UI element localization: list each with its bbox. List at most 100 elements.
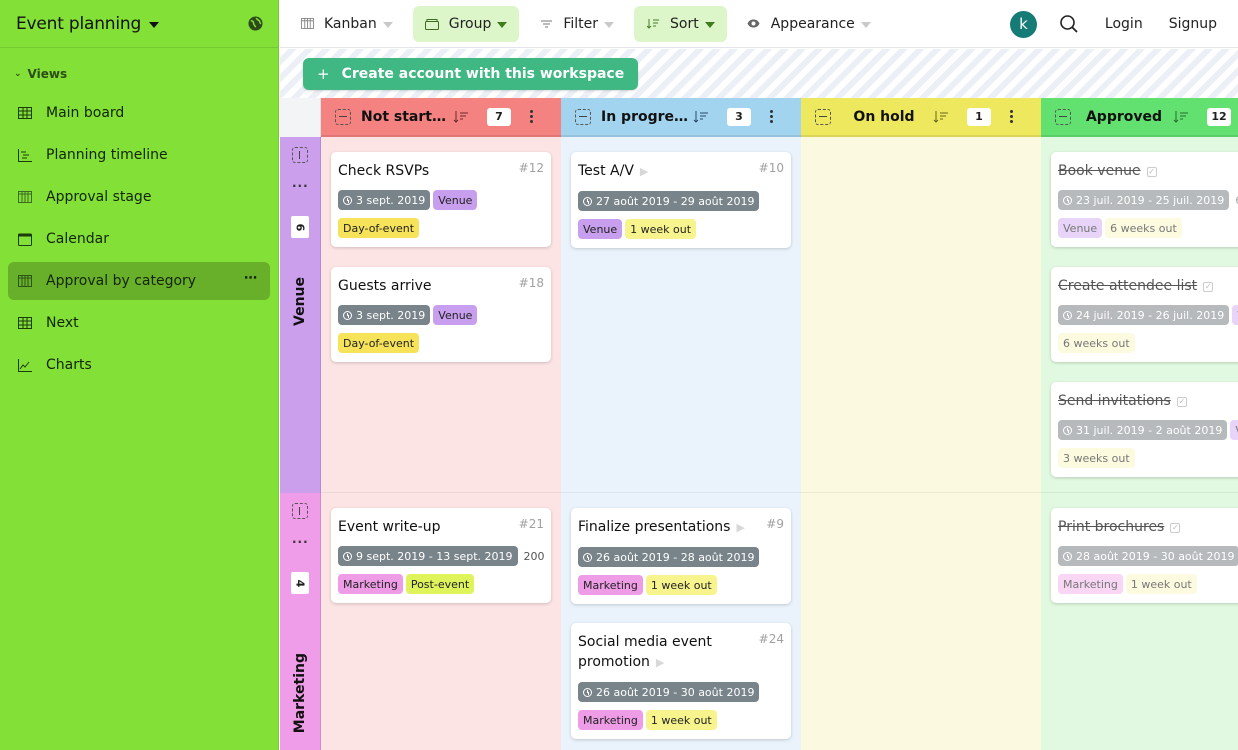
card-title: Social media event promotion <box>578 634 712 670</box>
sidebar-item-next[interactable]: Next <box>8 304 270 342</box>
collapse-column-icon[interactable] <box>815 108 831 125</box>
create-account-label: Create account with this workspace <box>341 66 625 82</box>
date-text: 3 sept. 2019 <box>356 193 426 207</box>
card-print-brochures[interactable]: Print brochures ✓ 28 août 2019 - 30 août … <box>1051 508 1238 603</box>
card-book-venue[interactable]: Book venue ✓ 23 juil. 2019 - 25 juil. 201… <box>1051 152 1238 247</box>
clock-icon <box>343 310 352 320</box>
create-account-button[interactable]: + Create account with this workspace <box>303 58 639 90</box>
card-number: #10 <box>758 161 784 175</box>
sort-icon[interactable] <box>933 109 949 125</box>
sidebar-item-label: Main board <box>46 105 125 121</box>
card-finalize-presentations[interactable]: Finalize presentations ▶ #9 26 août 2019 … <box>571 508 791 604</box>
column-header-not-started[interactable]: Not start… 7 <box>321 98 561 137</box>
sidebar-item-approval-by-category[interactable]: Approval by category ⋯ <box>8 262 270 300</box>
category-tag: Marketing <box>578 710 643 730</box>
sidebar-item-approval-stage[interactable]: Approval stage <box>8 178 270 216</box>
more-options-icon[interactable]: ⋯ <box>244 271 258 286</box>
chevron-down-icon: ⌄ <box>14 69 22 79</box>
view-type-button[interactable]: Kanban <box>288 6 405 42</box>
play-icon[interactable]: ▶ <box>736 521 744 534</box>
sort-button[interactable]: Sort <box>634 5 727 42</box>
collapse-row-icon[interactable] <box>292 147 308 163</box>
appearance-button[interactable]: Appearance <box>735 6 883 42</box>
date-text: 23 juil. 2019 - 25 juil. 2019 <box>1076 193 1225 207</box>
sort-icon[interactable] <box>693 109 709 125</box>
grid-icon <box>18 316 32 330</box>
filter-button[interactable]: Filter <box>527 6 626 42</box>
avatar[interactable]: k <box>1009 10 1037 38</box>
row-count-value: 6 <box>293 223 307 231</box>
timing-tag: Day-of-event <box>338 333 420 353</box>
card-title: Print brochures <box>1058 519 1165 535</box>
column-header-on-hold[interactable]: On hold 1 <box>801 98 1041 137</box>
sort-icon[interactable] <box>453 109 469 125</box>
date-badge: 3 sept. 2019 <box>338 190 431 210</box>
category-tag: Venue <box>578 219 623 239</box>
chart-icon <box>18 358 32 372</box>
sort-icon[interactable] <box>1173 109 1189 125</box>
sidebar-item-main-board[interactable]: Main board <box>8 94 270 132</box>
workspace-banner: + Create account with this workspace <box>280 49 1238 98</box>
row-label: Marketing <box>292 653 308 734</box>
timing-tag: 6 weeks out <box>1105 218 1182 238</box>
sidebar-item-charts[interactable]: Charts <box>8 346 270 384</box>
column-body-on-hold <box>801 137 1041 750</box>
collapse-column-icon[interactable] <box>575 108 591 125</box>
date-badge: 24 juil. 2019 - 26 juil. 2019 <box>1058 305 1230 325</box>
card-check-rsvps[interactable]: Check RSVPs #12 3 sept. 2019 Venue Day-o… <box>331 152 551 247</box>
card-guests-arrive[interactable]: Guests arrive #18 3 sept. 2019 Venue Day… <box>331 267 551 362</box>
column-header-approved[interactable]: Approved 12 <box>1041 98 1238 137</box>
category-tag: Marketing <box>1058 574 1123 594</box>
kanban-icon <box>300 17 314 31</box>
workspace-header[interactable]: Event planning <box>0 0 278 48</box>
category-tag: Marketing <box>578 575 643 595</box>
play-icon[interactable]: ▶ <box>656 656 664 669</box>
group-button[interactable]: Group <box>412 5 520 42</box>
views-section-header[interactable]: ⌄ Views <box>0 58 278 90</box>
card-number: #9 <box>766 517 784 531</box>
column-title: In progre… <box>601 108 687 125</box>
row-menu-icon[interactable]: ··· <box>292 535 309 549</box>
date-text: 24 juil. 2019 - 26 juil. 2019 <box>1076 308 1225 322</box>
sidebar-item-calendar[interactable]: Calendar <box>8 220 270 258</box>
collapse-column-icon[interactable] <box>1055 108 1071 125</box>
signup-link[interactable]: Signup <box>1169 16 1217 32</box>
sidebar-item-label: Next <box>46 315 79 331</box>
clock-icon <box>583 552 592 562</box>
column-menu-icon[interactable] <box>1009 110 1013 123</box>
card-send-invitations[interactable]: Send invitations ✓ 31 juil. 2019 - 2 août… <box>1051 382 1238 477</box>
sidebar-item-planning-timeline[interactable]: Planning timeline <box>8 136 270 174</box>
clock-icon <box>343 195 352 205</box>
caret-down-icon[interactable] <box>149 22 160 28</box>
date-badge: 3 sept. 2019 <box>338 305 431 325</box>
workspace-title[interactable]: Event planning <box>16 14 141 34</box>
login-link[interactable]: Login <box>1105 16 1143 32</box>
date-badge: 26 août 2019 - 28 août 2019 <box>578 547 760 567</box>
sidebar: Event planning ⌄ Views Main board Planni… <box>0 0 279 750</box>
column-header-in-progress[interactable]: In progre… 3 <box>561 98 801 137</box>
row-menu-icon[interactable]: ··· <box>292 179 309 193</box>
column-menu-icon[interactable] <box>769 110 773 123</box>
eye-icon <box>747 17 761 31</box>
category-tag: Venue <box>1230 420 1238 440</box>
timing-tag: Post-event <box>405 574 475 594</box>
timing-tag: 6 weeks out <box>1058 333 1135 353</box>
play-icon[interactable]: ▶ <box>640 165 648 178</box>
date-text: 28 août 2019 - 30 août 2019 <box>1076 549 1235 563</box>
plus-icon: + <box>317 65 330 83</box>
globe-icon[interactable] <box>248 16 263 31</box>
collapse-row-icon[interactable] <box>292 503 308 519</box>
card-event-write-up[interactable]: Event write-up #21 9 sept. 2019 - 13 sep… <box>331 508 551 603</box>
kanban-board: Not start… 7 In progre… 3 On hold 1 Appr… <box>280 98 1238 750</box>
search-icon[interactable] <box>1059 14 1079 34</box>
date-text: 3 sept. 2019 <box>356 308 426 322</box>
column-menu-icon[interactable] <box>529 110 533 123</box>
card-test-av[interactable]: Test A/V ▶ #10 27 août 2019 - 29 août 201… <box>571 152 791 248</box>
timeline-icon <box>18 148 32 162</box>
clock-icon <box>583 196 592 206</box>
date-badge: 27 août 2019 - 29 août 2019 <box>578 191 760 211</box>
collapse-column-icon[interactable] <box>335 108 351 125</box>
card-create-attendee-list[interactable]: Create attendee list ✓ 24 juil. 2019 - 26… <box>1051 267 1238 362</box>
card-social-media-promotion[interactable]: Social media event promotion ▶ #24 26 aoû… <box>571 623 791 739</box>
card-title: Create attendee list <box>1058 278 1198 294</box>
